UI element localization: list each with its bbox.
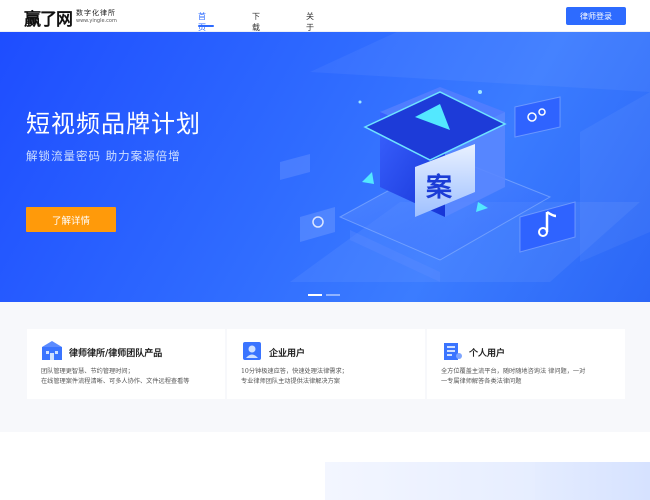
hero-banner: 案 短视频品牌计划 解锁流量密码 助力案源倍增 了解详情: [0, 32, 650, 302]
building-icon: [42, 341, 62, 360]
feature-title: 律师律所/律师团队产品: [69, 349, 163, 359]
lawyer-login-button[interactable]: 律师登录: [566, 7, 626, 25]
nav-item-download[interactable]: 下载: [252, 11, 260, 33]
carousel-indicators: [308, 294, 340, 296]
header: 赢了网 数字化律所 www.yingle.com 首页 下载 关于我们 律师登录: [0, 0, 650, 54]
case-glyph: 案: [425, 172, 453, 203]
feature-card-lawfirm[interactable]: 律师律所/律师团队产品 团队管理更智慧、节约管理时间； 在线管理案件流程清晰、可…: [27, 329, 225, 399]
logo[interactable]: 赢了网 数字化律所 www.yingle.com: [24, 6, 117, 30]
carousel-dot-1[interactable]: [308, 294, 322, 296]
personal-user-icon: [444, 343, 462, 360]
feature-desc-line: 专业律师团队主动提供法律解决方案: [241, 378, 340, 385]
section-decoration: [535, 462, 650, 500]
feature-desc-line: 在线管理案件流程清晰、可多人协作、文件远程查看等: [41, 378, 190, 385]
logo-tagline: 数字化律所: [76, 9, 116, 17]
feature-desc-line: 一专属律师解答各类法律问题: [441, 378, 522, 385]
nav-active-indicator: [198, 25, 214, 27]
carousel-dot-2[interactable]: [326, 294, 340, 296]
feature-card-personal[interactable]: 个人用户 全方位覆盖主流平台，随时随地咨询法 律问题，一对 一专属律师解答各类法…: [427, 329, 625, 399]
feature-desc-line: 10分钟极速应答，快速处理法律需求；: [241, 368, 348, 375]
feature-title: 企业用户: [269, 349, 306, 359]
hero-illustration: 案: [280, 32, 650, 282]
feature-desc-line: 全方位覆盖主流平台，随时随地咨询法 律问题，一对: [441, 368, 586, 375]
feature-desc-line: 团队管理更智慧、节约管理时间；: [41, 368, 134, 375]
features-section: 律师律所/律师团队产品 团队管理更智慧、节约管理时间； 在线管理案件流程清晰、可…: [0, 302, 650, 432]
logo-domain: www.yingle.com: [76, 18, 117, 24]
feature-card-enterprise[interactable]: 企业用户 10分钟极速应答，快速处理法律需求； 专业律师团队主动提供法律解决方案: [227, 329, 425, 399]
feature-description: 10分钟极速应答，快速处理法律需求； 专业律师团队主动提供法律解决方案: [241, 367, 421, 387]
logo-text: 数字化律所 www.yingle.com: [76, 10, 117, 24]
feature-description: 全方位覆盖主流平台，随时随地咨询法 律问题，一对 一专属律师解答各类法律问题: [441, 367, 621, 387]
feature-title: 个人用户: [469, 349, 506, 359]
feature-description: 团队管理更智慧、节约管理时间； 在线管理案件流程清晰、可多人协作、文件远程查看等: [41, 367, 221, 387]
logo-mark: 赢了网: [24, 9, 73, 30]
next-section: [0, 432, 650, 500]
learn-more-button[interactable]: 了解详情: [26, 207, 116, 232]
hero-subtitle: 解锁流量密码 助力案源倍增: [26, 149, 181, 163]
hero-title: 短视频品牌计划: [26, 110, 201, 138]
enterprise-user-icon: [243, 342, 261, 360]
nav-item-home[interactable]: 首页: [198, 11, 206, 33]
